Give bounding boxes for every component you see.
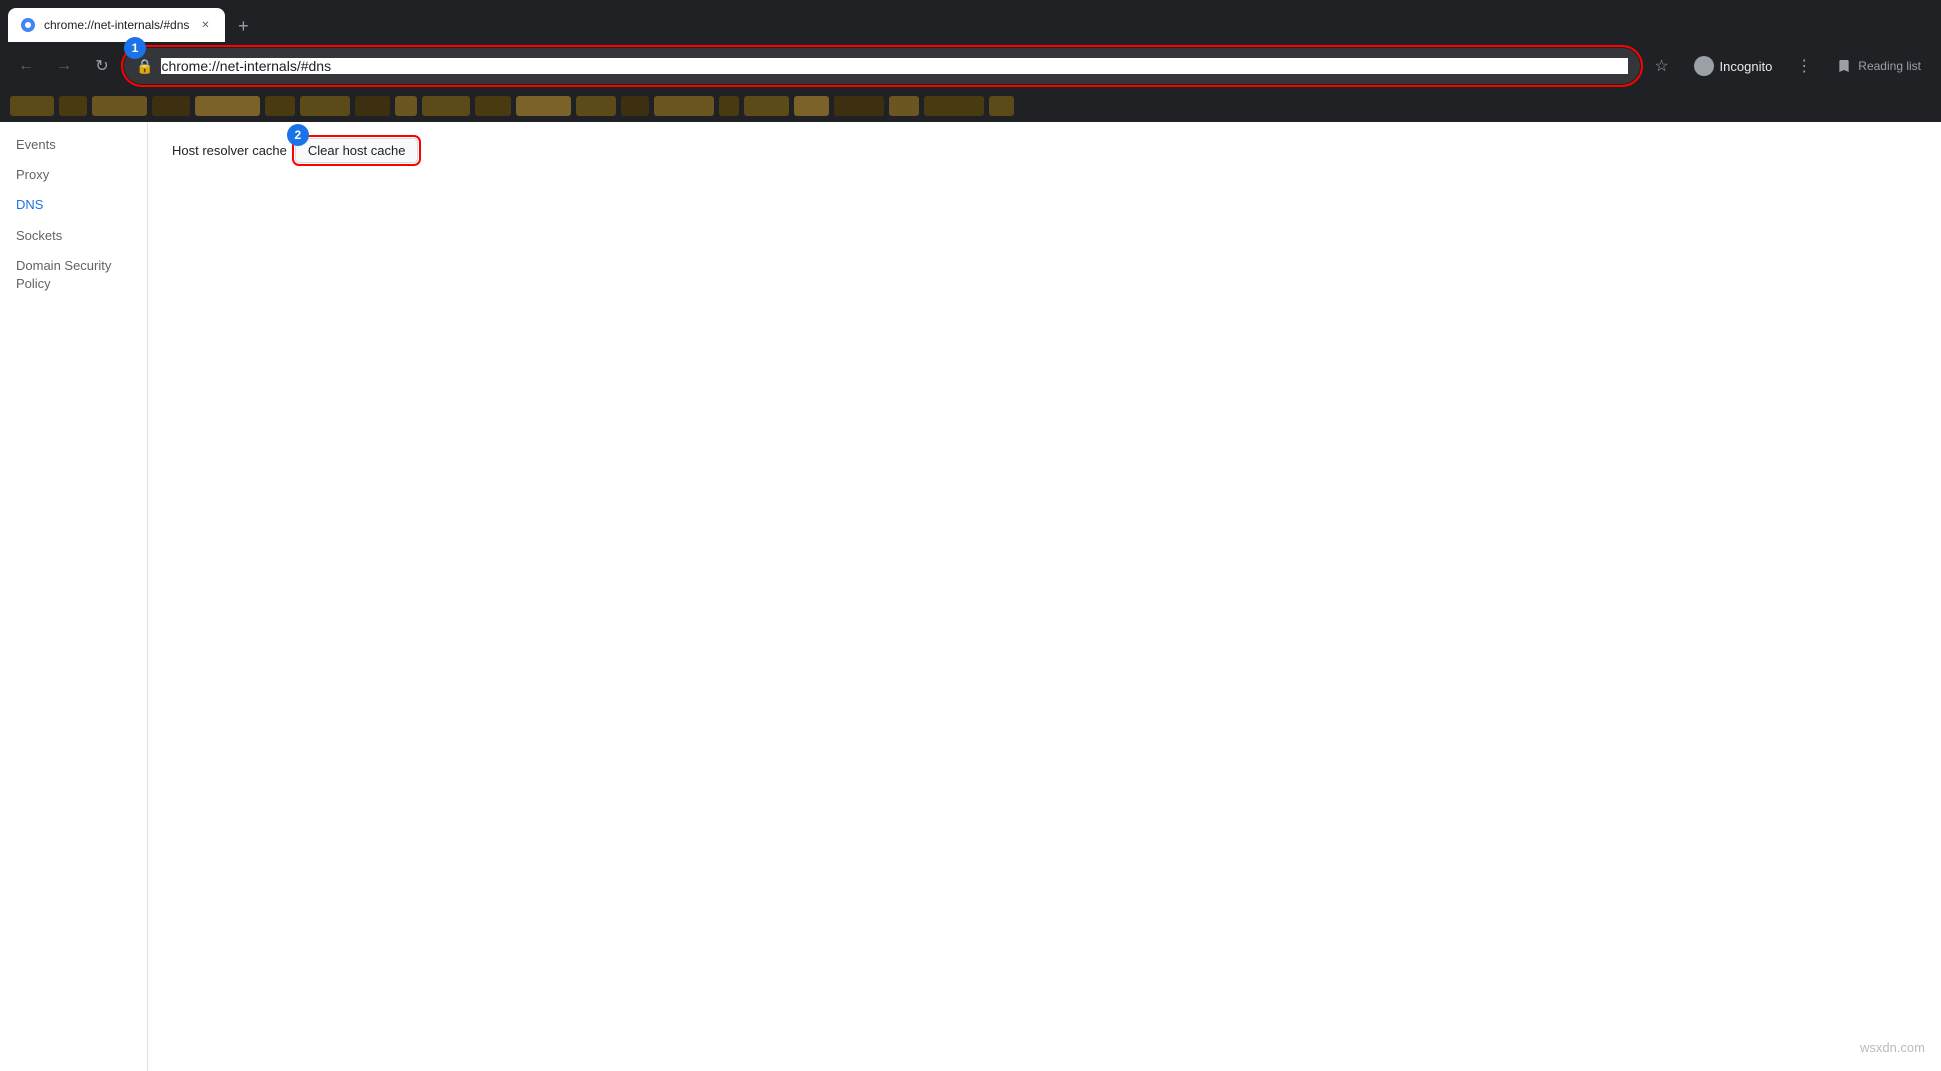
tab-favicon <box>20 17 36 33</box>
toolbar: ← → ↻ 1 🔒 ☆ Incognito ⋮ Re <box>0 42 1941 90</box>
bookmark-item[interactable] <box>10 96 54 116</box>
reading-list-label: Reading list <box>1858 59 1921 73</box>
incognito-button[interactable]: Incognito <box>1684 52 1783 80</box>
bookmark-item[interactable] <box>794 96 829 116</box>
bookmark-item[interactable] <box>300 96 350 116</box>
sidebar: Events Proxy DNS Sockets Domain Security… <box>0 122 148 1071</box>
bookmark-item[interactable] <box>395 96 417 116</box>
bookmark-item[interactable] <box>152 96 190 116</box>
forward-button[interactable]: → <box>48 50 80 82</box>
bookmark-item[interactable] <box>265 96 295 116</box>
tab-title: chrome://net-internals/#dns <box>44 18 189 32</box>
back-button[interactable]: ← <box>10 50 42 82</box>
tab-bar: chrome://net-internals/#dns ✕ + <box>0 0 1941 42</box>
dns-section: Host resolver cache 2 Clear host cache <box>172 138 1917 163</box>
bookmark-item[interactable] <box>195 96 260 116</box>
incognito-label: Incognito <box>1720 59 1773 74</box>
address-input[interactable] <box>161 58 1627 74</box>
address-bar-wrapper: 1 🔒 <box>124 48 1640 84</box>
bookmarks-bar <box>0 90 1941 122</box>
bookmark-item[interactable] <box>834 96 884 116</box>
sidebar-item-domain-security-policy[interactable]: Domain Security Policy <box>0 251 147 299</box>
address-bar-container[interactable]: 🔒 <box>124 48 1640 84</box>
bookmark-item[interactable] <box>92 96 147 116</box>
active-tab[interactable]: chrome://net-internals/#dns ✕ <box>8 8 225 42</box>
browser-chrome: chrome://net-internals/#dns ✕ + ← → ↻ 1 … <box>0 0 1941 122</box>
bookmark-item[interactable] <box>989 96 1014 116</box>
watermark: wsxdn.com <box>1860 1040 1925 1055</box>
bookmark-item[interactable] <box>516 96 571 116</box>
clear-host-cache-button[interactable]: Clear host cache <box>295 138 419 163</box>
annotation-badge-2: 2 <box>287 124 309 146</box>
tab-close-button[interactable]: ✕ <box>197 17 213 33</box>
reload-button[interactable]: ↻ <box>86 50 118 82</box>
page-content: Events Proxy DNS Sockets Domain Security… <box>0 122 1941 1071</box>
sidebar-item-proxy[interactable]: Proxy <box>0 160 147 190</box>
bookmark-item[interactable] <box>422 96 470 116</box>
bookmark-item[interactable] <box>719 96 739 116</box>
star-button[interactable]: ☆ <box>1646 50 1678 82</box>
sidebar-item-dns[interactable]: DNS <box>0 190 147 220</box>
lock-icon: 🔒 <box>136 58 153 75</box>
new-tab-button[interactable]: + <box>229 12 257 40</box>
sidebar-item-events[interactable]: Events <box>0 130 147 160</box>
bookmark-item[interactable] <box>924 96 984 116</box>
bookmark-item[interactable] <box>889 96 919 116</box>
bookmark-item[interactable] <box>576 96 616 116</box>
bookmark-item[interactable] <box>59 96 87 116</box>
main-area: Host resolver cache 2 Clear host cache <box>148 122 1941 1071</box>
incognito-icon <box>1694 56 1714 76</box>
bookmark-item[interactable] <box>654 96 714 116</box>
host-resolver-cache-label: Host resolver cache <box>172 143 287 158</box>
bookmark-item[interactable] <box>744 96 789 116</box>
bookmark-item[interactable] <box>475 96 511 116</box>
reading-list-button[interactable]: Reading list <box>1826 54 1931 78</box>
menu-button[interactable]: ⋮ <box>1788 50 1820 82</box>
sidebar-item-sockets[interactable]: Sockets <box>0 221 147 251</box>
bookmark-item[interactable] <box>355 96 390 116</box>
annotation-badge-1: 1 <box>124 37 146 59</box>
bookmark-item[interactable] <box>621 96 649 116</box>
